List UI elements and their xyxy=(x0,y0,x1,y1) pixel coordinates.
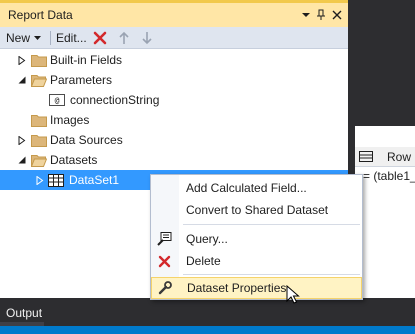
menu-item-delete[interactable]: Delete xyxy=(151,250,362,272)
move-down-button[interactable] xyxy=(141,30,153,46)
close-icon[interactable] xyxy=(329,7,345,23)
folder-icon xyxy=(31,113,47,127)
folder-icon xyxy=(31,133,47,147)
menu-item-label: Convert to Shared Dataset xyxy=(186,203,329,217)
tree-item-images[interactable]: Images xyxy=(0,110,348,130)
edit-button[interactable]: Edit... xyxy=(56,30,87,46)
delete-toolbar-button[interactable] xyxy=(93,30,107,46)
red-x-icon xyxy=(93,31,107,45)
tree-item-label: DataSet1 xyxy=(69,173,120,187)
tree-item-connectionstring[interactable]: @ connectionString xyxy=(0,90,348,110)
row-groups-header[interactable]: Row G xyxy=(355,147,415,167)
svg-text:@: @ xyxy=(55,96,60,105)
expand-arrow-icon[interactable] xyxy=(17,135,27,145)
pin-icon[interactable] xyxy=(313,7,329,23)
status-bar xyxy=(0,326,415,334)
mouse-cursor-icon xyxy=(286,285,300,304)
output-tab[interactable]: Output xyxy=(6,306,42,320)
tree-item-datasets[interactable]: Datasets xyxy=(0,150,348,170)
panel-title: Report Data xyxy=(8,8,73,22)
row-group-expression[interactable]: = (table1_D xyxy=(355,167,415,185)
arrow-down-icon xyxy=(142,32,152,45)
panel-toolbar: New Edit... xyxy=(0,27,348,49)
tree-item-label: Datasets xyxy=(50,153,98,167)
query-icon xyxy=(156,231,172,247)
edit-button-label: Edit... xyxy=(56,31,87,45)
expand-arrow-icon[interactable] xyxy=(17,55,27,65)
tree-item-label: connectionString xyxy=(70,93,160,107)
menu-item-label: Delete xyxy=(186,254,221,268)
collapse-arrow-icon[interactable] xyxy=(17,75,27,85)
panel-title-bar[interactable]: Report Data xyxy=(0,0,348,27)
tree-item-label: Data Sources xyxy=(50,133,123,147)
expand-arrow-icon[interactable] xyxy=(35,175,45,185)
menu-separator xyxy=(183,224,360,225)
menu-item-dataset-properties[interactable]: Dataset Properties xyxy=(151,277,362,299)
new-button[interactable]: New xyxy=(6,30,42,46)
tree-item-parameters[interactable]: Parameters xyxy=(0,70,348,90)
menu-item-add-calculated-field[interactable]: Add Calculated Field... xyxy=(151,177,362,199)
menu-item-convert-to-shared-dataset[interactable]: Convert to Shared Dataset xyxy=(151,199,362,221)
folder-open-icon xyxy=(31,153,47,167)
row-group-expression-text: = (table1_D xyxy=(363,169,415,183)
tree-item-built-in-fields[interactable]: Built-in Fields xyxy=(0,50,348,70)
toolbar-divider xyxy=(50,31,51,45)
dropdown-arrow-icon[interactable] xyxy=(298,7,314,23)
menu-item-label: Query... xyxy=(186,232,228,246)
arrow-up-icon xyxy=(119,31,129,44)
folder-open-icon xyxy=(31,73,47,87)
tree-item-label: Built-in Fields xyxy=(50,53,123,67)
collapse-arrow-icon[interactable] xyxy=(17,155,27,165)
tree-item-label: Parameters xyxy=(50,73,113,87)
parameter-icon: @ xyxy=(49,93,65,107)
menu-separator xyxy=(183,274,360,275)
tree-item-label: Images xyxy=(50,113,90,127)
menu-item-query[interactable]: Query... xyxy=(151,228,362,250)
dataset-context-menu: Add Calculated Field... Convert to Share… xyxy=(150,174,363,300)
menu-item-label: Dataset Properties xyxy=(187,281,287,295)
move-up-button[interactable] xyxy=(118,30,130,46)
menu-item-label: Add Calculated Field... xyxy=(186,181,307,195)
wrench-icon xyxy=(157,280,173,296)
dataset-table-icon xyxy=(48,173,64,187)
new-button-label: New xyxy=(6,31,31,45)
tree-item-data-sources[interactable]: Data Sources xyxy=(0,130,348,150)
row-groups-label: Row G xyxy=(387,150,415,164)
red-x-icon xyxy=(156,253,172,269)
chevron-down-icon xyxy=(34,35,42,40)
grid-icon xyxy=(359,151,373,162)
folder-icon xyxy=(31,53,47,67)
